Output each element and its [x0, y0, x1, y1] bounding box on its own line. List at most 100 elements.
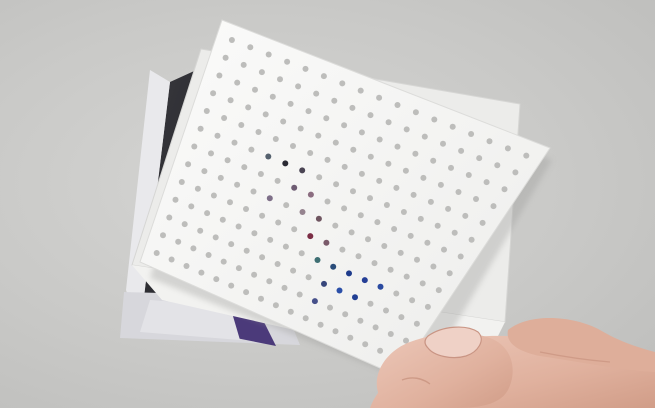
perforation-hole — [417, 215, 424, 222]
perforation-hole — [217, 174, 224, 181]
perforation-hole — [153, 250, 160, 256]
perforation-hole — [486, 138, 493, 145]
perforation-hole — [307, 191, 314, 198]
perforation-hole — [362, 341, 369, 348]
perforation-hole — [243, 289, 250, 296]
perforation-hole — [298, 250, 305, 257]
perforation-hole — [241, 164, 248, 171]
perforation-hole — [324, 198, 331, 205]
perforation-hole — [247, 44, 254, 51]
perforation-hole — [374, 219, 381, 226]
perforation-hole — [235, 265, 242, 272]
perforation-hole — [274, 177, 281, 184]
perforation-hole — [445, 205, 452, 212]
perforation-hole — [494, 162, 501, 169]
perforation-hole — [297, 125, 304, 132]
perforation-hole — [476, 155, 483, 162]
perforation-hole — [383, 307, 389, 314]
perforation-hole — [205, 252, 212, 258]
perforation-hole — [465, 172, 472, 178]
perforation-hole — [409, 297, 416, 304]
perforation-hole — [352, 294, 358, 301]
photo-scene — [120, 19, 655, 408]
perforation-hole — [458, 147, 465, 154]
perforation-hole — [228, 282, 235, 289]
perforation-hole — [468, 236, 475, 243]
perforation-hole — [403, 337, 409, 344]
perforation-hole — [255, 129, 262, 135]
perforation-hole — [250, 188, 257, 195]
perforation-hole — [287, 308, 294, 315]
perforation-hole — [168, 256, 175, 263]
perforation-hole — [441, 246, 447, 253]
perforation-hole — [316, 174, 323, 181]
perforation-hole — [504, 145, 511, 152]
perforation-hole — [315, 215, 322, 222]
perforation-hole — [332, 222, 339, 229]
perforation-hole — [398, 314, 405, 321]
perforation-hole — [231, 139, 238, 146]
perforation-hole — [224, 157, 231, 164]
perforation-hole — [421, 133, 428, 140]
perforation-hole — [407, 232, 414, 239]
perforation-hole — [257, 171, 264, 177]
perforation-hole — [204, 210, 211, 217]
perforation-hole — [307, 150, 314, 156]
perforation-hole — [210, 192, 217, 199]
perforation-hole — [190, 245, 197, 252]
perforation-hole — [371, 260, 378, 267]
perforation-hole — [194, 185, 201, 192]
perforation-hole — [330, 263, 337, 270]
perforation-hole — [275, 219, 282, 226]
perforation-hole — [413, 320, 420, 327]
perforation-hole — [350, 146, 357, 153]
perforation-hole — [299, 209, 306, 215]
perforation-hole — [402, 167, 409, 174]
perforation-hole — [367, 112, 374, 119]
perforation-hole — [434, 222, 441, 229]
perforation-hole — [449, 123, 456, 130]
perforation-hole — [332, 139, 339, 146]
perforation-hole — [296, 291, 303, 298]
perforation-hole — [252, 86, 258, 93]
perforation-hole — [355, 253, 362, 260]
perforation-hole — [172, 196, 179, 203]
perforation-hole — [377, 347, 384, 354]
perforation-hole — [311, 298, 318, 305]
perforation-hole — [342, 311, 349, 318]
perforation-hole — [238, 122, 245, 128]
perforation-hole — [291, 184, 298, 191]
perforation-hole — [367, 153, 374, 160]
perforation-hole — [281, 284, 288, 291]
perforation-hole — [183, 263, 190, 269]
perforation-hole — [424, 239, 431, 246]
perforation-hole — [357, 87, 364, 94]
perforation-hole — [377, 283, 384, 290]
perforation-hole — [357, 212, 364, 219]
perforation-hole — [266, 195, 273, 202]
perforation-hole — [234, 181, 241, 188]
perforation-hole — [336, 287, 343, 294]
perforation-hole — [420, 174, 427, 181]
perforation-hole — [327, 304, 333, 311]
perforation-hole — [331, 97, 338, 104]
perforation-hole — [446, 270, 453, 277]
perforation-hole — [394, 102, 401, 108]
perforation-hole — [245, 104, 252, 111]
perforation-hole — [227, 97, 234, 104]
perforation-hole — [490, 203, 497, 210]
perforation-hole — [349, 104, 356, 111]
perforation-hole — [451, 229, 458, 236]
perforation-hole — [357, 317, 364, 324]
perforation-hole — [412, 109, 419, 116]
perforation-hole — [376, 136, 383, 143]
perforation-hole — [265, 51, 272, 58]
perforation-hole — [166, 214, 173, 221]
perforation-hole — [348, 229, 355, 236]
perforation-hole — [243, 247, 250, 254]
perforation-hole — [287, 100, 294, 107]
perforation-hole — [201, 168, 208, 175]
perforation-hole — [219, 216, 226, 223]
perforation-hole — [295, 83, 302, 90]
perforation-hole — [391, 226, 398, 232]
